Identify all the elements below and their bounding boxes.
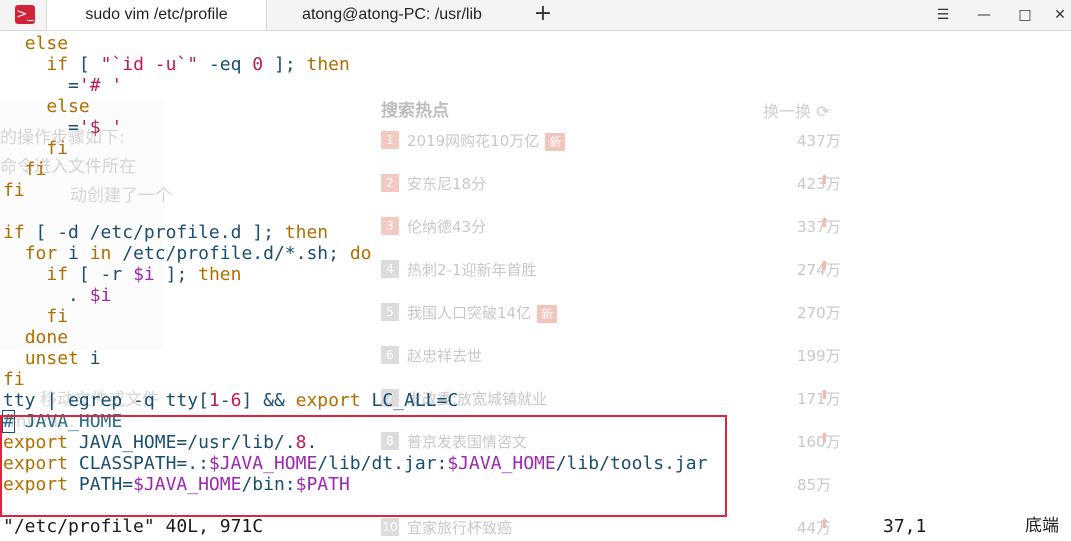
trend-up-icon: ⬆: [819, 431, 830, 446]
hot-rank: 5: [381, 303, 399, 321]
trend-up-icon: ⬆: [819, 173, 830, 188]
code-line[interactable]: ='$ ': [3, 117, 122, 138]
hot-count: 85万: [797, 476, 832, 494]
hot-item: 10 宜家旅行杯致癌 44万 ⬆: [381, 517, 841, 539]
hot-rank: 2: [381, 174, 399, 192]
close-button[interactable]: ✕: [1046, 0, 1071, 30]
hot-item: 1 2019网购花10万亿新 437万: [381, 130, 841, 152]
hot-rank: 4: [381, 260, 399, 278]
vim-scroll-position: 底端: [1025, 516, 1059, 536]
code-line[interactable]: else: [3, 33, 68, 54]
hot-count: 337万: [797, 218, 841, 236]
code-line[interactable]: ='# ': [3, 75, 122, 96]
vim-cursor-position: 37,1: [883, 516, 927, 537]
title-bar: >_ sudo vim /etc/profile atong@atong-PC:…: [0, 0, 1071, 31]
hot-item: 5 我国人口突破14亿新 270万: [381, 302, 841, 324]
vim-status-file-info: "/etc/profile" 40L, 971C: [3, 516, 264, 537]
tab-vim-profile[interactable]: sudo vim /etc/profile: [46, 0, 267, 30]
hot-search-title: 搜索热点: [381, 101, 449, 121]
minimize-button[interactable]: —: [970, 0, 998, 30]
hot-count: 270万: [797, 304, 841, 322]
new-badge: 新: [537, 305, 558, 323]
code-line[interactable]: if [ -r $i ]; then: [3, 264, 241, 285]
hot-count: 199万: [797, 347, 841, 365]
java-home-highlight: [0, 415, 727, 517]
add-tab-button[interactable]: +: [532, 0, 554, 30]
code-line[interactable]: fi: [3, 369, 25, 390]
hot-rank: 3: [381, 217, 399, 235]
hot-rank: 10: [381, 518, 399, 536]
maximize-button[interactable]: □: [1011, 0, 1039, 30]
code-line[interactable]: for i in /etc/profile.d/*.sh; do: [3, 243, 372, 264]
hot-text: 宜家旅行杯致癌: [407, 519, 513, 537]
ghost-text: 动创建了一个: [70, 186, 172, 206]
code-line[interactable]: done: [3, 327, 68, 348]
code-line[interactable]: fi: [3, 180, 25, 201]
tab-usr-lib[interactable]: atong@atong-PC: /usr/lib: [266, 0, 518, 30]
code-line[interactable]: fi: [3, 138, 68, 159]
code-line[interactable]: if [ "`id -u`" -eq 0 ]; then: [3, 54, 350, 75]
trend-up-icon: ⬆: [819, 216, 830, 231]
code-line[interactable]: tty | egrep -q tty[1-6] && export LC_ALL…: [3, 390, 458, 411]
new-badge: 新: [545, 133, 566, 151]
hot-count: 171万: [797, 390, 841, 408]
hot-text: 热刺2-1迎新年首胜: [407, 261, 537, 279]
hot-count: 423万: [797, 175, 841, 193]
hot-count: 44万: [797, 519, 832, 537]
hot-text: 安东尼18分: [407, 175, 487, 193]
hot-count: 274万: [797, 261, 841, 279]
trend-up-icon: ⬆: [819, 259, 830, 274]
code-line[interactable]: fi: [3, 306, 68, 327]
hot-item: 3 伦纳德43分 337万 ⬆: [381, 216, 841, 238]
hot-rank: 1: [381, 131, 399, 149]
code-line[interactable]: else: [3, 96, 89, 117]
hot-refresh-link: 换一换 ⟳: [763, 102, 830, 121]
code-line[interactable]: if [ -d /etc/profile.d ]; then: [3, 222, 328, 243]
hot-item: 2 安东尼18分 423万 ⬆: [381, 173, 841, 195]
code-line[interactable]: fi: [3, 159, 47, 180]
terminal-app-icon[interactable]: >_: [15, 5, 35, 24]
hot-item: 4 热刺2-1迎新年首胜 274万 ⬆: [381, 259, 841, 281]
hot-rank: 6: [381, 346, 399, 364]
hot-text: 赵忠祥去世: [407, 347, 483, 365]
hot-count: 160万: [797, 433, 841, 451]
trend-up-icon: ⬆: [819, 517, 830, 532]
hot-text: 2019网购花10万亿: [407, 132, 540, 150]
code-line[interactable]: . $i: [3, 285, 111, 306]
hot-text: 我国人口突破14亿: [407, 304, 532, 322]
menu-icon[interactable]: ☰: [929, 0, 957, 30]
trend-up-icon: ⬆: [819, 388, 830, 403]
hot-text: 伦纳德43分: [407, 218, 487, 236]
code-line[interactable]: unset i: [3, 348, 101, 369]
hot-item: 6 赵忠祥去世 199万: [381, 345, 841, 367]
hot-count: 437万: [797, 132, 841, 150]
